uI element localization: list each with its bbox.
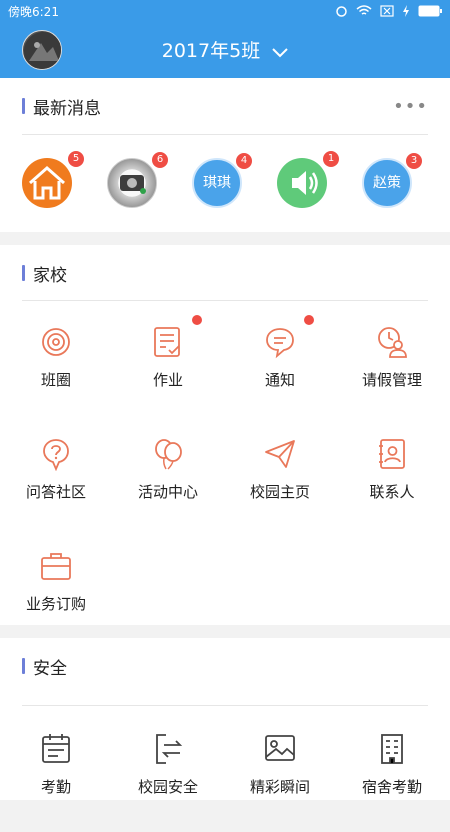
message-qiqi[interactable]: 琪琪 4 — [192, 153, 252, 208]
section-title: 最新消息 — [33, 99, 101, 119]
message-zhaoce[interactable]: 赵策 3 — [362, 153, 422, 208]
unread-badge: 5 — [68, 151, 84, 167]
divider — [22, 300, 428, 301]
attendance-calendar-icon — [42, 734, 70, 763]
grid-label: 考勤 — [40, 778, 71, 796]
question-bubble-icon — [43, 439, 69, 471]
new-dot — [304, 315, 314, 325]
grid-item-activity[interactable]: 活动中心 — [112, 437, 224, 537]
unread-badge: 1 — [323, 151, 339, 167]
leave-clock-person-icon — [378, 327, 407, 358]
grid-item-notice[interactable]: 通知 — [224, 315, 336, 425]
grid-label: 联系人 — [369, 483, 415, 501]
app-header: 2017年5班 — [0, 22, 450, 78]
section-marker — [22, 658, 25, 674]
grid-label: 班圈 — [40, 371, 71, 389]
building-icon — [381, 734, 403, 764]
grid-label: 活动中心 — [137, 483, 198, 501]
class-name: 2017年5班 — [161, 40, 261, 62]
door-arrows-icon — [156, 734, 183, 764]
status-bar: 傍晚6:21 — [0, 0, 450, 22]
grid-label: 校园主页 — [249, 483, 310, 501]
paper-plane-icon — [265, 440, 295, 468]
grid-label: 业务订购 — [25, 595, 86, 613]
grid-label: 宿舍考勤 — [361, 778, 422, 796]
image-icon — [265, 735, 295, 761]
battery-icon — [418, 5, 442, 17]
unread-badge: 6 — [152, 152, 168, 168]
grid-item-campus-safety[interactable]: 校园安全 — [112, 732, 224, 832]
grid-item-contacts[interactable]: 联系人 — [336, 437, 448, 537]
grid-item-banquan[interactable]: 班圈 — [0, 325, 112, 425]
circle-target-icon — [42, 328, 70, 356]
grid-item-leave[interactable]: 请假管理 — [336, 325, 448, 425]
divider — [22, 705, 428, 706]
latest-messages-section: 最新消息 ••• 5 6 琪琪 4 1 赵策 3 — [0, 78, 450, 232]
contact-card-icon — [379, 439, 405, 469]
grid-item-highlights[interactable]: 精彩瞬间 — [224, 732, 336, 832]
section-marker — [22, 265, 25, 281]
unread-badge: 3 — [406, 153, 422, 169]
avatar-text: 琪琪 — [203, 175, 231, 191]
grid-item-dorm-attendance[interactable]: 宿舍考勤 — [336, 732, 448, 832]
status-time: 傍晚6:21 — [8, 4, 59, 19]
message-row: 5 6 琪琪 4 1 赵策 3 — [0, 151, 450, 218]
class-selector[interactable]: 2017年5班 — [0, 36, 450, 63]
section-title: 安全 — [33, 659, 67, 679]
grid-label: 作业 — [152, 371, 183, 389]
grid-item-business-order[interactable]: 业务订购 — [0, 549, 112, 649]
balloons-icon — [155, 439, 182, 470]
message-speaker[interactable]: 1 — [277, 151, 339, 208]
grid-label: 请假管理 — [361, 371, 422, 389]
briefcase-icon — [41, 553, 71, 580]
grid-label: 问答社区 — [25, 483, 86, 501]
grid-label: 精彩瞬间 — [249, 778, 310, 796]
grid-item-qa[interactable]: 问答社区 — [0, 437, 112, 537]
avatar-text: 赵策 — [373, 175, 401, 191]
grid-label: 通知 — [264, 371, 295, 389]
sim-off-icon — [380, 5, 394, 17]
chat-bubble-icon — [266, 328, 294, 359]
grid-item-campus-home[interactable]: 校园主页 — [224, 437, 336, 537]
chevron-down-icon — [272, 41, 288, 63]
safety-section: 安全 考勤 校园安全 精彩瞬间 宿舍考勤 — [0, 638, 450, 800]
grid-item-attendance[interactable]: 考勤 — [0, 732, 112, 832]
unread-badge: 4 — [236, 153, 252, 169]
home-school-section: 家校 班圈 作业 通知 请假管理 问答社区 活动中心 校园主页 联系人 业务订购 — [0, 245, 450, 625]
divider — [22, 134, 428, 135]
homework-icon — [154, 327, 180, 357]
sync-icon — [335, 5, 348, 18]
new-dot — [192, 315, 202, 325]
section-title: 家校 — [33, 266, 67, 286]
message-photo-avatar[interactable]: 6 — [107, 152, 168, 208]
wifi-icon — [356, 5, 372, 17]
more-dots-icon[interactable]: ••• — [393, 96, 428, 117]
section-marker — [22, 98, 25, 114]
grid-item-homework[interactable]: 作业 — [112, 315, 224, 425]
charging-icon — [402, 5, 410, 17]
grid-label: 校园安全 — [137, 778, 198, 796]
message-home[interactable]: 5 — [22, 151, 84, 208]
